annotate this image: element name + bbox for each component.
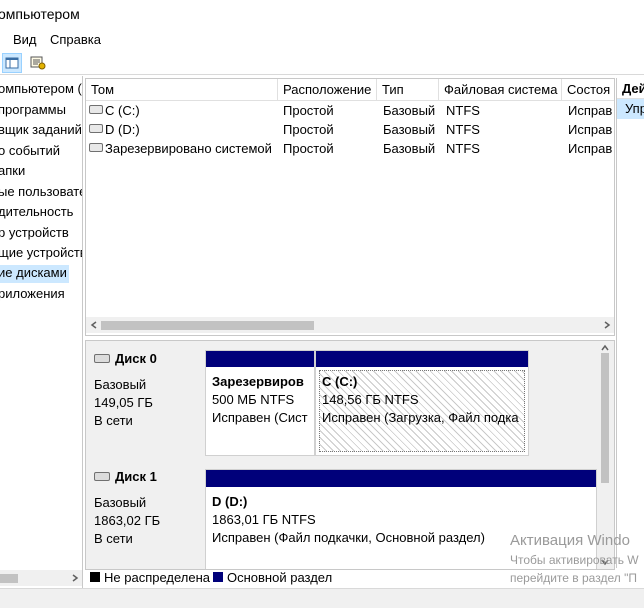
volume-name: D (D:) bbox=[105, 122, 140, 137]
show-hide-tree-button[interactable] bbox=[2, 53, 22, 73]
disk-name: Диск 1 bbox=[115, 469, 157, 484]
column-header-filesystem[interactable]: Файловая система bbox=[439, 79, 562, 101]
volume-icon bbox=[89, 143, 103, 152]
partition-name: D (D:) bbox=[212, 494, 248, 509]
tree-item[interactable]: ые пользовате bbox=[0, 184, 82, 199]
disk-0-label[interactable]: Диск 0 Базовый 149,05 ГБ В сети bbox=[86, 345, 203, 456]
tree-item[interactable]: вщик заданий bbox=[0, 122, 82, 137]
tree-item[interactable]: щие устройств bbox=[0, 245, 82, 260]
actions-header: Дей bbox=[622, 81, 644, 96]
title-bar: омпьютером bbox=[0, 0, 644, 28]
scroll-right-icon[interactable] bbox=[71, 574, 79, 582]
actions-item[interactable]: Упр bbox=[617, 99, 644, 119]
tree-item[interactable]: омпьютером (л bbox=[0, 81, 82, 96]
scrollbar-thumb[interactable] bbox=[0, 574, 18, 583]
scroll-right-icon[interactable] bbox=[603, 321, 611, 329]
tree-item[interactable]: апки bbox=[0, 163, 25, 178]
disk-type: Базовый bbox=[94, 495, 147, 510]
column-header-status[interactable]: Состоя bbox=[562, 79, 614, 101]
volume-layout: Простой bbox=[283, 141, 334, 156]
volume-status: Исправ bbox=[568, 141, 613, 156]
legend-label-unallocated: Не распределена bbox=[104, 570, 211, 585]
column-header-type[interactable]: Тип bbox=[377, 79, 439, 101]
tree-item[interactable]: р устройств bbox=[0, 225, 69, 240]
legend-swatch-unallocated bbox=[90, 572, 100, 582]
tree-horizontal-scrollbar[interactable] bbox=[0, 570, 82, 586]
disk-icon bbox=[94, 472, 110, 481]
legend-label-primary: Основной раздел bbox=[227, 570, 333, 585]
volume-type: Базовый bbox=[383, 141, 436, 156]
disk-name: Диск 0 bbox=[115, 351, 157, 366]
console-tree: омпьютером (л программы вщик заданий о с… bbox=[0, 76, 83, 588]
toolbar bbox=[0, 51, 644, 75]
volume-filesystem: NTFS bbox=[446, 122, 480, 137]
window-title: омпьютером bbox=[0, 6, 80, 22]
tree-item[interactable]: дительность bbox=[0, 204, 73, 219]
volume-filesystem: NTFS bbox=[446, 103, 480, 118]
volume-status: Исправ bbox=[568, 103, 613, 118]
column-header-volume[interactable]: Том bbox=[86, 79, 278, 101]
tree-item[interactable]: о событий bbox=[0, 143, 60, 158]
partition-status: Исправен (Файл подкачки, Основной раздел… bbox=[212, 530, 485, 545]
disk-type: Базовый bbox=[94, 377, 147, 392]
partition-status: Исправен (Сист bbox=[212, 410, 308, 425]
menu-bar: Вид Справка bbox=[0, 29, 644, 51]
tree-item[interactable]: риложения bbox=[0, 286, 65, 301]
partition-name: Зарезервиров bbox=[212, 374, 304, 389]
scrollbar-thumb[interactable] bbox=[101, 321, 314, 330]
volume-status: Исправ bbox=[568, 122, 613, 137]
partition-name: C (C:) bbox=[322, 374, 358, 389]
volume-filesystem: NTFS bbox=[446, 141, 480, 156]
menu-item-view[interactable]: Вид bbox=[13, 32, 37, 47]
disk-icon bbox=[94, 354, 110, 363]
column-header-layout[interactable]: Расположение bbox=[278, 79, 377, 101]
volume-list-horizontal-scrollbar[interactable] bbox=[86, 317, 614, 333]
volume-icon bbox=[89, 105, 103, 114]
volume-type: Базовый bbox=[383, 122, 436, 137]
disk-1-label[interactable]: Диск 1 Базовый 1863,02 ГБ В сети bbox=[86, 463, 203, 567]
activation-watermark-line: перейдите в раздел "П bbox=[510, 571, 637, 585]
disk-size: 149,05 ГБ bbox=[94, 395, 153, 410]
status-bar bbox=[0, 588, 644, 608]
activation-watermark-title: Активация Windo bbox=[510, 532, 630, 549]
actions-pane: Дей Упр bbox=[616, 78, 644, 568]
menu-item-help[interactable]: Справка bbox=[50, 32, 101, 47]
activation-watermark-line: Чтобы активировать W bbox=[510, 553, 639, 567]
volume-layout: Простой bbox=[283, 103, 334, 118]
volume-layout: Простой bbox=[283, 122, 334, 137]
partition-size: 148,56 ГБ NTFS bbox=[322, 392, 419, 407]
partition-size: 500 МБ NTFS bbox=[212, 392, 295, 407]
tree-item[interactable]: программы bbox=[0, 102, 66, 117]
legend-swatch-primary bbox=[213, 572, 223, 582]
disk-state: В сети bbox=[94, 531, 133, 546]
volume-icon bbox=[89, 124, 103, 133]
partition-status: Исправен (Загрузка, Файл подка bbox=[322, 410, 519, 425]
volume-type: Базовый bbox=[383, 103, 436, 118]
volume-name: C (C:) bbox=[105, 103, 140, 118]
properties-icon bbox=[30, 56, 46, 70]
tree-item-disk-management[interactable]: ие дисками bbox=[0, 265, 69, 283]
properties-button[interactable] bbox=[28, 53, 46, 71]
scroll-left-icon[interactable] bbox=[90, 321, 98, 329]
volume-list: Том Расположение Тип Файловая система Со… bbox=[85, 78, 615, 336]
partition-reserved[interactable]: Зарезервиров 500 МБ NTFS Исправен (Сист bbox=[205, 350, 315, 456]
scrollbar-thumb[interactable] bbox=[601, 353, 609, 483]
partition-size: 1863,01 ГБ NTFS bbox=[212, 512, 316, 527]
volume-name: Зарезервировано системой bbox=[105, 141, 272, 156]
disk-state: В сети bbox=[94, 413, 133, 428]
partition-c[interactable]: C (C:) 148,56 ГБ NTFS Исправен (Загрузка… bbox=[315, 350, 529, 456]
tree-pane-icon bbox=[5, 57, 19, 69]
scroll-up-icon[interactable] bbox=[601, 344, 609, 352]
disk-size: 1863,02 ГБ bbox=[94, 513, 161, 528]
